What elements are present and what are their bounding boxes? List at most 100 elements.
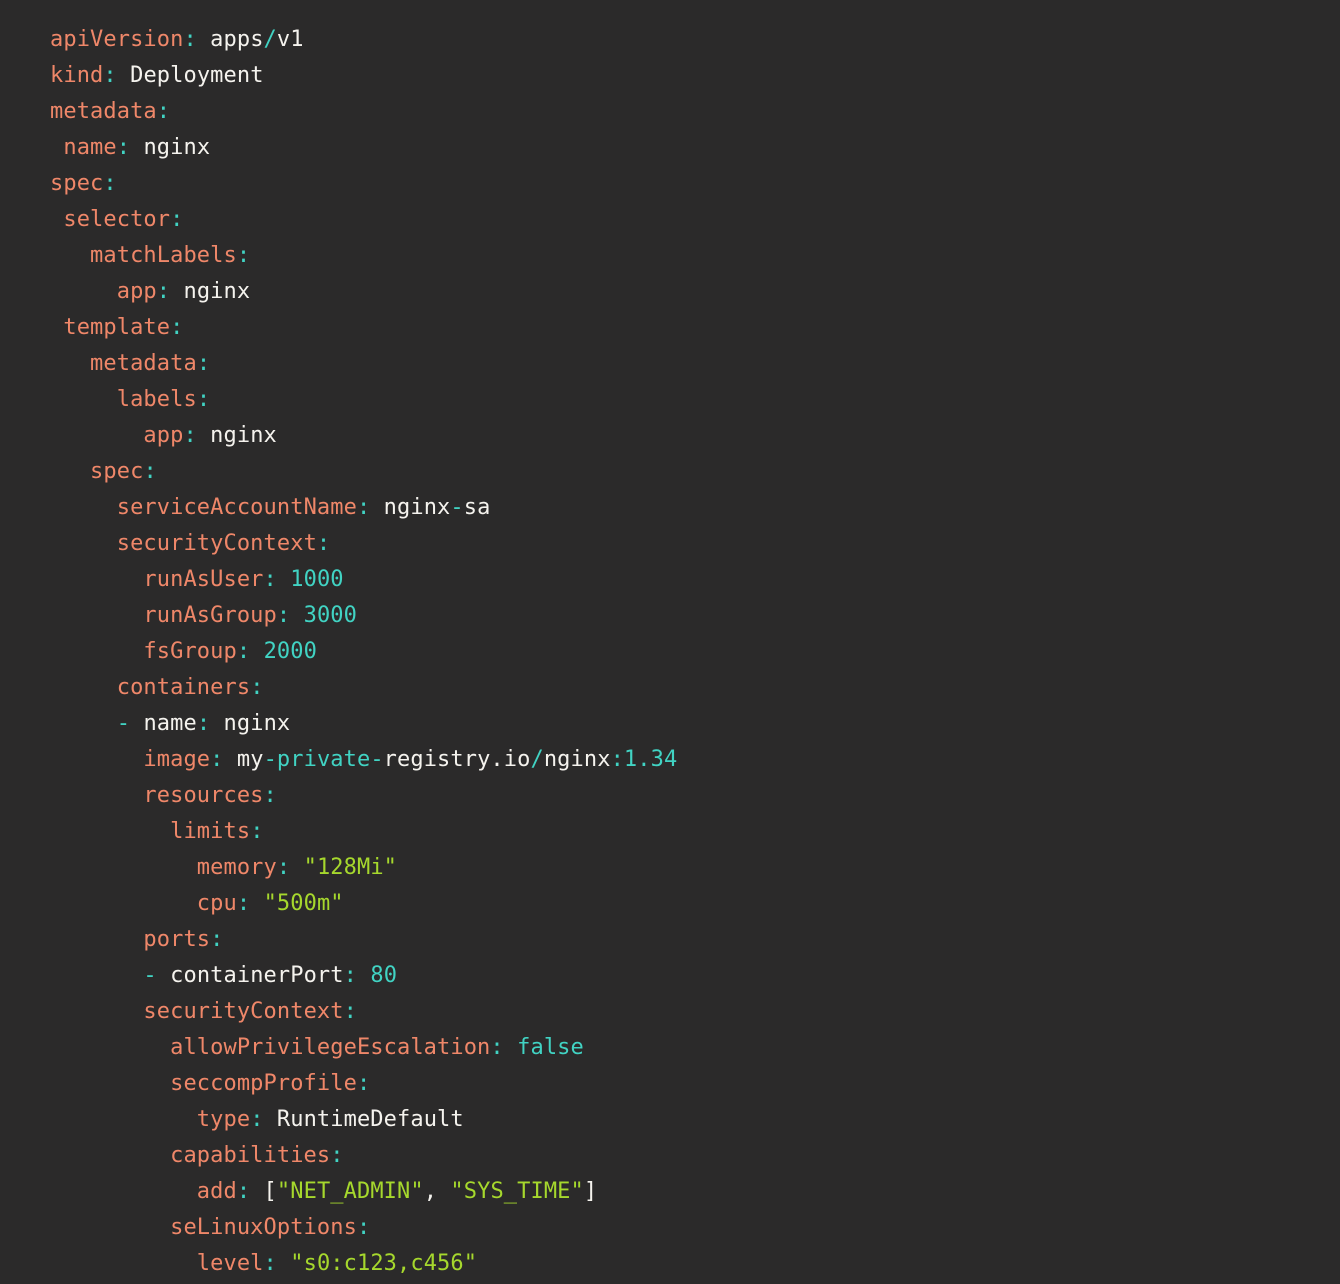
code-line: selector:: [50, 202, 1324, 238]
code-token-teal: :: [103, 171, 116, 196]
code-line: name: nginx: [50, 130, 1324, 166]
code-token-key: metadata: [90, 351, 197, 376]
code-token-teal: :: [210, 927, 223, 952]
code-token-key: spec: [90, 459, 143, 484]
code-token-plain: [50, 999, 143, 1024]
code-token-key: add: [197, 1179, 237, 1204]
code-line: fsGroup: 2000: [50, 634, 1324, 670]
code-token-teal: :: [237, 1179, 250, 1204]
code-token-plain: [50, 495, 117, 520]
code-token-plain: [50, 927, 143, 952]
code-token-plain: [277, 1251, 290, 1276]
code-token-plain: [50, 279, 117, 304]
code-token-teal: :: [197, 711, 210, 736]
code-token-str: "128Mi": [304, 855, 397, 880]
code-token-teal: :: [197, 387, 210, 412]
code-token-plain: my: [224, 747, 264, 772]
code-token-plain: nginx: [370, 495, 450, 520]
code-token-teal: :: [210, 747, 223, 772]
code-token-plain: registry.io: [384, 747, 531, 772]
code-token-teal: :: [357, 1071, 370, 1096]
code-token-key: memory: [197, 855, 277, 880]
code-line: spec:: [50, 454, 1324, 490]
code-token-teal: :: [143, 459, 156, 484]
code-token-key: fsGroup: [143, 639, 236, 664]
code-token-key: seLinuxOptions: [170, 1215, 357, 1240]
code-line: type: RuntimeDefault: [50, 1102, 1324, 1138]
code-token-key: limits: [170, 819, 250, 844]
code-line: limits:: [50, 814, 1324, 850]
code-token-key: containers: [117, 675, 250, 700]
code-token-teal: /: [264, 27, 277, 52]
code-token-str: "SYS_TIME": [450, 1179, 583, 1204]
code-token-teal: :: [157, 99, 170, 124]
code-token-str: "500m": [264, 891, 344, 916]
code-line: add: ["NET_ADMIN", "SYS_TIME"]: [50, 1174, 1324, 1210]
code-token-key: securityContext: [117, 531, 317, 556]
code-line: metadata:: [50, 346, 1324, 382]
code-token-teal: :: [317, 531, 330, 556]
code-token-plain: [50, 711, 117, 736]
code-line: kind: Deployment: [50, 58, 1324, 94]
code-token-key: capabilities: [170, 1143, 330, 1168]
code-token-plain: [50, 1035, 170, 1060]
code-token-plain: [50, 207, 63, 232]
code-line: allowPrivilegeEscalation: false: [50, 1030, 1324, 1066]
code-line: apiVersion: apps/v1: [50, 22, 1324, 58]
code-token-teal: :: [117, 135, 130, 160]
code-token-plain: v1: [277, 27, 304, 52]
code-token-plain: [50, 243, 90, 268]
code-token-teal: :: [250, 675, 263, 700]
code-token-str: "s0:c123,c456": [290, 1251, 477, 1276]
code-line: serviceAccountName: nginx-sa: [50, 490, 1324, 526]
code-token-teal: :: [344, 963, 357, 988]
code-token-plain: [250, 891, 263, 916]
code-token-plain: nginx: [544, 747, 611, 772]
code-line: capabilities:: [50, 1138, 1324, 1174]
code-token-key: runAsUser: [143, 567, 263, 592]
code-line: runAsGroup: 3000: [50, 598, 1324, 634]
code-token-teal: 3000: [304, 603, 357, 628]
code-line: securityContext:: [50, 994, 1324, 1030]
code-token-teal: :: [264, 783, 277, 808]
code-line: seccompProfile:: [50, 1066, 1324, 1102]
code-line: cpu: "500m": [50, 886, 1324, 922]
code-token-key: matchLabels: [90, 243, 237, 268]
code-token-teal: 1000: [290, 567, 343, 592]
code-token-plain: [357, 963, 370, 988]
code-token-teal: -private-: [264, 747, 384, 772]
code-token-key: allowPrivilegeEscalation: [170, 1035, 490, 1060]
code-token-teal: :: [264, 567, 277, 592]
code-token-plain: ,: [424, 1179, 451, 1204]
code-token-teal: -: [450, 495, 463, 520]
code-token-teal: :: [357, 495, 370, 520]
code-token-teal: :: [183, 423, 196, 448]
code-token-key: securityContext: [143, 999, 343, 1024]
code-line: app: nginx: [50, 418, 1324, 454]
code-token-plain: nginx: [210, 711, 290, 736]
code-token-key: apiVersion: [50, 27, 183, 52]
code-line: securityContext:: [50, 526, 1324, 562]
code-token-teal: :: [197, 351, 210, 376]
code-token-key: kind: [50, 63, 103, 88]
code-token-plain: [250, 639, 263, 664]
code-token-plain: RuntimeDefault: [264, 1107, 464, 1132]
code-token-str: "NET_ADMIN": [277, 1179, 424, 1204]
code-token-key: type: [197, 1107, 250, 1132]
code-token-teal: :: [611, 747, 624, 772]
code-line: level: "s0:c123,c456": [50, 1246, 1324, 1282]
code-token-teal: /: [530, 747, 543, 772]
code-token-plain: nginx: [130, 135, 210, 160]
code-token-plain: [50, 387, 117, 412]
code-token-plain: containerPort: [157, 963, 344, 988]
code-token-key: template: [63, 315, 170, 340]
code-token-plain: apps: [197, 27, 264, 52]
code-token-plain: [50, 315, 63, 340]
code-token-teal: :: [264, 1251, 277, 1276]
code-token-plain: [50, 855, 197, 880]
code-token-plain: ]: [584, 1179, 597, 1204]
code-token-key: name: [63, 135, 116, 160]
code-token-plain: [50, 423, 143, 448]
code-token-key: seccompProfile: [170, 1071, 357, 1096]
yaml-editor[interactable]: apiVersion: apps/v1kind: Deploymentmetad…: [0, 0, 1340, 1284]
